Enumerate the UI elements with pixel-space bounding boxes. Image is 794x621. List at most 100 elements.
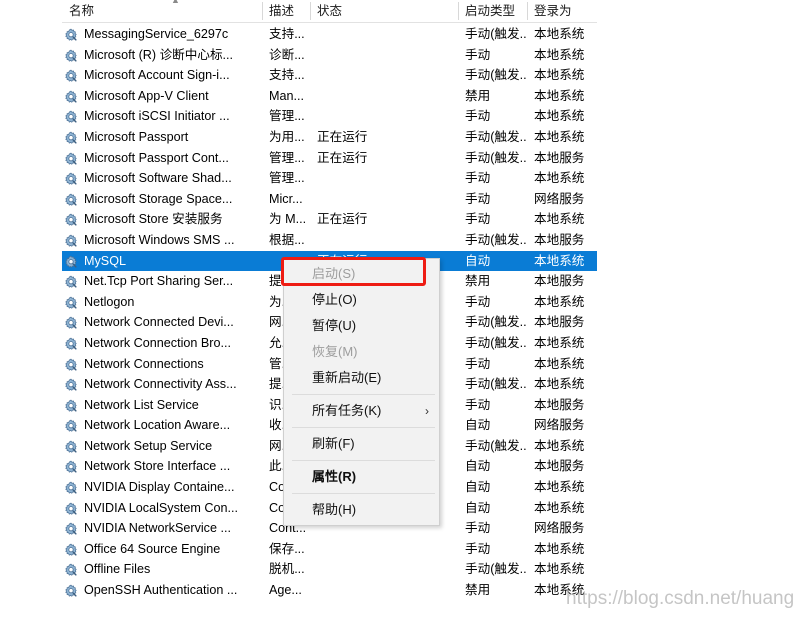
cell-start: 手动(触发... bbox=[465, 315, 527, 330]
cell-start: 手动(触发... bbox=[465, 27, 527, 41]
cell-logon: 本地系统 bbox=[534, 171, 585, 186]
cell-logon: 本地系统 bbox=[534, 541, 585, 556]
cell-start: 手动 bbox=[465, 397, 491, 412]
table-row[interactable]: Microsoft Passport Cont... 管理... 正在运行 手动(触发… bbox=[62, 148, 597, 169]
cell-desc: 管理... bbox=[269, 109, 305, 124]
cell-start bbox=[458, 601, 527, 621]
cell-logon: 本地服务 bbox=[534, 232, 585, 247]
cell-name: Netlogon bbox=[84, 294, 135, 309]
menu-item[interactable]: 停止(O) bbox=[284, 287, 439, 313]
column-header-desc[interactable]: 描述 bbox=[262, 0, 310, 22]
cell-name: Network Store Interface ... bbox=[84, 459, 231, 474]
cell-name: Network List Service bbox=[84, 397, 199, 412]
table-row[interactable]: Microsoft (R) 诊断中心标... 诊断... 手动 本地系统 bbox=[62, 45, 597, 66]
cell-start: 手动(触发... bbox=[465, 438, 527, 453]
cell-start: 手动 bbox=[465, 294, 491, 309]
cell-status bbox=[310, 189, 458, 210]
menu-item-label: 恢复(M) bbox=[312, 344, 358, 359]
cell-status bbox=[310, 580, 458, 601]
cell-start: 自动 bbox=[465, 418, 491, 433]
cell-start: 手动(触发... bbox=[465, 335, 527, 350]
cell-name: Network Connectivity Ass... bbox=[84, 377, 237, 392]
cell-name: Microsoft App-V Client bbox=[84, 88, 209, 103]
cell-status bbox=[310, 24, 458, 45]
cell-status bbox=[310, 45, 458, 66]
cell-start: 手动 bbox=[465, 47, 491, 62]
menu-item[interactable]: 刷新(F) bbox=[284, 431, 439, 457]
cell-name: Network Connections bbox=[84, 356, 204, 371]
menu-separator bbox=[292, 493, 435, 494]
cell-name: Microsoft Software Shad... bbox=[84, 171, 232, 186]
cell-desc: 管理... bbox=[269, 171, 305, 186]
cell-logon: 网络服务 bbox=[534, 418, 585, 433]
cell-name: NVIDIA LocalSystem Con... bbox=[84, 500, 238, 515]
cell-logon: 本地系统 bbox=[534, 438, 585, 453]
column-header-name[interactable]: 名称 bbox=[62, 0, 262, 22]
cell-start: 手动(触发... bbox=[465, 232, 527, 247]
cell-desc: 脱机... bbox=[269, 562, 305, 577]
table-row[interactable]: Microsoft Software Shad... 管理... 手动 本地系统 bbox=[62, 168, 597, 189]
service-context-menu[interactable]: 启动(S) 停止(O) 暂停(U) 恢复(M) 重新启动(E) 所有任务(K) › 刷新(F)… bbox=[283, 258, 440, 526]
column-header-row[interactable]: 名称 描述 状态 启动类型 登录为 bbox=[62, 0, 597, 22]
cell-desc: 管理... bbox=[269, 150, 305, 165]
menu-separator bbox=[292, 394, 435, 395]
cell-start: 自动 bbox=[465, 500, 491, 515]
cell-name: Microsoft (R) 诊断中心标... bbox=[84, 47, 234, 62]
menu-separator bbox=[292, 427, 435, 428]
table-row[interactable]: Office 64 Source Engine 保存... 手动 本地系统 bbox=[62, 539, 597, 560]
table-row[interactable]: OpenSSH Authentication ... Age... 禁用 本地系统 bbox=[62, 580, 597, 601]
cell-desc: Age... bbox=[269, 583, 302, 598]
menu-item[interactable]: 暂停(U) bbox=[284, 313, 439, 339]
cell-logon: 本地系统 bbox=[534, 47, 585, 62]
cell-logon: 本地系统 bbox=[534, 27, 585, 41]
table-row[interactable]: Microsoft Account Sign-i... 支持... 手动(触发...… bbox=[62, 65, 597, 86]
cell-status bbox=[310, 230, 458, 251]
menu-item: 启动(S) bbox=[284, 261, 439, 287]
cell-logon: 本地系统 bbox=[534, 253, 585, 268]
menu-item-label: 暂停(U) bbox=[312, 318, 357, 333]
menu-item[interactable]: 属性(R) bbox=[284, 464, 439, 490]
table-row[interactable]: Microsoft Store 安装服务 为 M... 正在运行 手动 本地系统 bbox=[62, 209, 597, 230]
sort-ascending-icon: ▲ bbox=[171, 0, 181, 4]
table-row[interactable]: Microsoft iSCSI Initiator ... 管理... 手动 本地系统 bbox=[62, 106, 597, 127]
cell-name: Offline Files bbox=[84, 562, 151, 577]
cell-desc: 保存... bbox=[269, 541, 305, 556]
menu-item-label: 属性(R) bbox=[312, 469, 357, 484]
cell-start: 手动 bbox=[465, 212, 491, 227]
table-row[interactable]: Microsoft App-V Client Man... 禁用 本地系统 bbox=[62, 86, 597, 107]
cell-name: Office 64 Source Engine bbox=[84, 541, 221, 556]
cell-start: 自动 bbox=[465, 459, 491, 474]
cell-start: 禁用 bbox=[465, 88, 491, 103]
table-row[interactable]: Microsoft Passport 为用... 正在运行 手动(触发... 本地系统 bbox=[62, 127, 597, 148]
column-header-logon[interactable]: 登录为 bbox=[527, 0, 597, 22]
cell-logon: 本地系统 bbox=[534, 480, 585, 495]
menu-item[interactable]: 重新启动(E) bbox=[284, 365, 439, 391]
table-row[interactable]: Offline Files 脱机... 手动(触发... 本地系统 bbox=[62, 559, 597, 580]
cell-start: 自动 bbox=[465, 480, 491, 495]
cell-status bbox=[310, 601, 458, 621]
cell-logon: 本地系统 bbox=[534, 88, 585, 103]
table-row[interactable] bbox=[62, 601, 597, 621]
cell-start: 手动 bbox=[465, 356, 491, 371]
cell-desc: 支持... bbox=[269, 68, 305, 83]
table-row[interactable]: Microsoft Storage Space... Micr... 手动 网络服务 bbox=[62, 189, 597, 210]
cell-desc bbox=[262, 601, 310, 621]
cell-start: 手动 bbox=[465, 521, 491, 536]
menu-item[interactable]: 帮助(H) bbox=[284, 497, 439, 523]
cell-start: 手动(触发... bbox=[465, 562, 527, 577]
table-row[interactable]: Microsoft Windows SMS ... 根据... 手动(触发... 本地… bbox=[62, 230, 597, 251]
cell-name: Network Location Aware... bbox=[84, 418, 231, 433]
cell-start: 手动(触发... bbox=[465, 150, 527, 165]
column-header-start[interactable]: 启动类型 bbox=[458, 0, 527, 22]
cell-name: Network Connected Devi... bbox=[84, 315, 234, 330]
cell-start: 手动(触发... bbox=[465, 68, 527, 83]
table-row[interactable]: MessagingService_6297c 支持... 手动(触发... 本地系统 bbox=[62, 24, 597, 45]
cell-name: Microsoft Passport Cont... bbox=[84, 150, 229, 165]
cell-logon: 本地服务 bbox=[534, 315, 585, 330]
column-header-status[interactable]: 状态 bbox=[310, 0, 458, 22]
cell-name: Microsoft iSCSI Initiator ... bbox=[84, 109, 230, 124]
menu-item-label: 所有任务(K) bbox=[312, 403, 382, 418]
cell-start: 自动 bbox=[465, 253, 491, 268]
cell-logon: 本地系统 bbox=[534, 500, 585, 515]
menu-item[interactable]: 所有任务(K) › bbox=[284, 398, 439, 424]
